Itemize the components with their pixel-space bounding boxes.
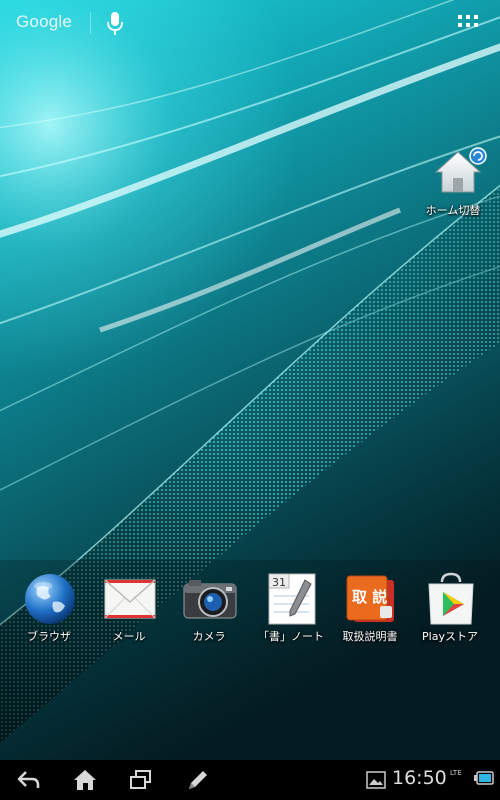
globe-icon [25, 574, 75, 624]
calendar-day: 31 [272, 576, 286, 589]
mic-icon[interactable] [106, 11, 124, 37]
manual-book-icon: 取 説 [346, 575, 394, 622]
envelope-icon [104, 579, 156, 619]
dock-item-label: メール [112, 630, 146, 643]
search-bar-divider [90, 12, 91, 34]
system-bar: 16:50 LTE [0, 760, 500, 800]
pen-icon[interactable] [184, 768, 210, 792]
camera-icon [183, 580, 237, 619]
app-dock: ブラウザ メール カメラ 31 「書」ノート 取 説 取扱説明書 Playストア [0, 570, 500, 650]
dock-item-camera[interactable]: カメラ [169, 570, 249, 646]
network-type-label: LTE [450, 769, 462, 777]
dock-item-browser[interactable]: ブラウザ [9, 570, 89, 646]
all-apps-grid-icon[interactable] [458, 15, 478, 31]
dock-item-label: Playストア [422, 630, 478, 643]
dock-item-label: 「書」ノート [258, 630, 324, 643]
manual-book-text: 取 説 [352, 588, 387, 606]
dock-item-play-store[interactable]: Playストア [410, 570, 490, 646]
dock-item-note[interactable]: 31 「書」ノート [251, 570, 331, 646]
dock-item-label: ブラウザ [27, 630, 71, 643]
play-store-icon [428, 572, 474, 625]
home-icon[interactable] [72, 768, 98, 792]
back-icon[interactable] [16, 768, 42, 792]
battery-icon [474, 771, 494, 785]
google-search-label[interactable]: Google [16, 12, 72, 32]
recent-apps-icon[interactable] [128, 768, 154, 792]
dock-item-label: 取扱説明書 [342, 630, 398, 643]
home-switch-icon [434, 147, 487, 193]
home-switch-shortcut[interactable]: ホーム切替 [418, 146, 488, 222]
gallery-icon[interactable] [366, 771, 386, 789]
status-clock[interactable]: 16:50 [392, 767, 447, 789]
dock-item-label: カメラ [192, 630, 226, 643]
search-bar[interactable]: Google [0, 0, 500, 46]
notepad-icon: 31 [268, 573, 316, 625]
dock-item-mail[interactable]: メール [89, 570, 169, 646]
home-switch-label: ホーム切替 [425, 204, 481, 217]
dock-item-manual[interactable]: 取 説 取扱説明書 [330, 570, 410, 646]
